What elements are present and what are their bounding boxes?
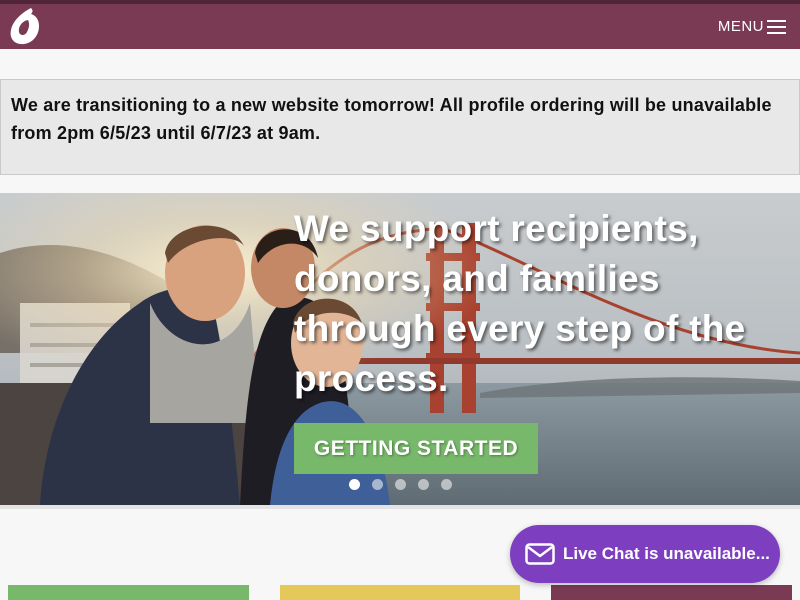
getting-started-button[interactable]: GETTING STARTED [294, 423, 538, 474]
hero-divider [0, 505, 800, 509]
menu-button[interactable]: MENU [718, 18, 786, 35]
hero-headline: We support recipients, donors, and famil… [294, 208, 746, 399]
carousel-dot-3[interactable] [395, 479, 406, 490]
brand-logo-icon[interactable] [9, 7, 41, 45]
carousel-dot-4[interactable] [418, 479, 429, 490]
feature-card-green[interactable] [8, 585, 249, 600]
feature-card-plum[interactable] [551, 585, 792, 600]
site-header: MENU [0, 4, 800, 49]
feature-card-yellow[interactable] [280, 585, 520, 600]
mail-icon [525, 543, 555, 565]
hero-carousel: We support recipients, donors, and famil… [0, 193, 800, 505]
hamburger-icon [767, 19, 786, 34]
menu-label: MENU [717, 18, 764, 35]
announcement-text: We are transitioning to a new website to… [11, 95, 772, 143]
carousel-dot-1[interactable] [349, 479, 360, 490]
live-chat-button[interactable]: Live Chat is unavailable... [510, 525, 780, 583]
announcement-banner: We are transitioning to a new website to… [0, 79, 800, 175]
carousel-pagination [349, 479, 452, 490]
carousel-dot-2[interactable] [372, 479, 383, 490]
live-chat-label: Live Chat is unavailable... [563, 544, 770, 563]
carousel-dot-5[interactable] [441, 479, 452, 490]
